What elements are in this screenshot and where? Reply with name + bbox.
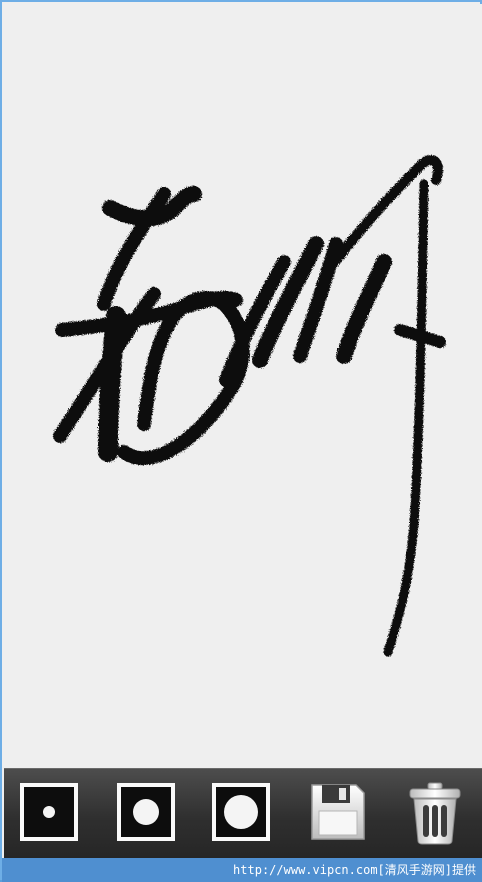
stroke-right-tail	[383, 179, 429, 657]
bottom-toolbar	[4, 768, 482, 859]
watermark-text: http://www.vipcn.com[清风手游网]提供	[233, 863, 476, 877]
medium-dot-icon	[133, 799, 159, 825]
app-window: http://www.vipcn.com[清风手游网]提供	[0, 0, 482, 882]
stroke-right-dash	[394, 324, 446, 348]
drawing-canvas[interactable]	[4, 4, 482, 768]
footer-bar: http://www.vipcn.com[清风手游网]提供	[2, 858, 482, 882]
trash-can-icon	[409, 782, 461, 845]
clear-button[interactable]	[406, 781, 464, 845]
small-dot-icon	[43, 806, 55, 818]
floppy-disk-icon	[311, 784, 365, 840]
save-button[interactable]	[308, 781, 368, 843]
medium-brush-button[interactable]	[117, 783, 175, 841]
large-brush-button[interactable]	[212, 783, 270, 841]
stroke-mid-4	[336, 254, 392, 364]
stroke-main-vertical	[98, 306, 126, 462]
small-brush-button[interactable]	[20, 783, 78, 841]
large-dot-icon	[224, 795, 258, 829]
signature-drawing	[53, 155, 446, 657]
